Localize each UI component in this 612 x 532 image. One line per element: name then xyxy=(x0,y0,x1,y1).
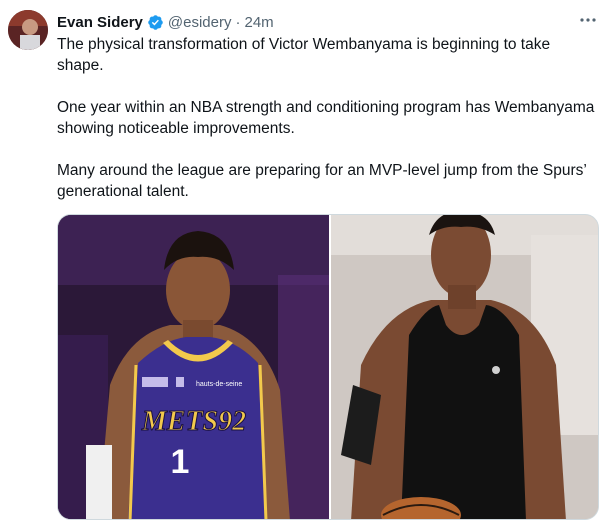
tweet-header: Evan Sidery @esidery · 24m xyxy=(57,12,274,32)
jersey-team-text: METS92 xyxy=(141,406,246,437)
dot-separator: · xyxy=(235,13,241,31)
jersey-number: 1 xyxy=(171,443,190,481)
avatar[interactable] xyxy=(8,10,48,50)
tweet-paragraph: The physical transformation of Victor We… xyxy=(57,36,551,74)
tweet-paragraph: One year within an NBA strength and cond… xyxy=(57,99,595,137)
author-name[interactable]: Evan Sidery xyxy=(57,14,143,31)
verified-badge-icon[interactable] xyxy=(147,14,164,31)
player-training-photo xyxy=(331,215,598,519)
tweet-timestamp[interactable]: 24m xyxy=(244,14,273,31)
more-horizontal-icon[interactable] xyxy=(578,10,598,30)
media-grid: hauts-de-seine METS92 1 xyxy=(57,214,599,520)
tweet-paragraph: Many around the league are preparing for… xyxy=(57,162,587,200)
tweet-text: The physical transformation of Victor We… xyxy=(57,34,597,202)
player-in-jersey-photo: hauts-de-seine METS92 1 xyxy=(58,215,329,519)
media-photo-left[interactable]: hauts-de-seine METS92 1 xyxy=(58,215,329,519)
jersey-sponsor-text: hauts-de-seine xyxy=(196,381,242,388)
media-photo-right[interactable] xyxy=(331,215,598,519)
avatar-image xyxy=(8,10,48,50)
author-handle[interactable]: @esidery xyxy=(168,14,232,31)
